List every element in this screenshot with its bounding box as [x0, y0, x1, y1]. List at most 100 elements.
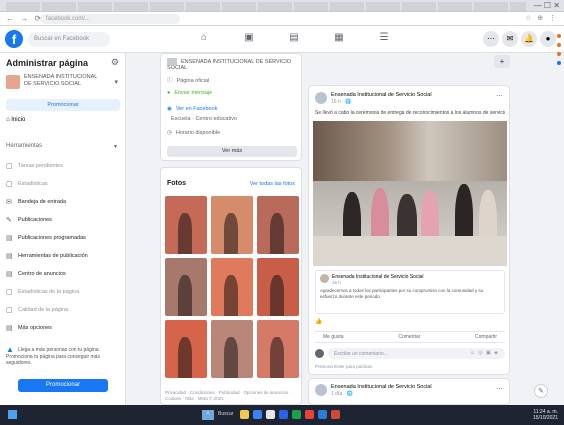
marketplace-tab-icon[interactable]: ▤	[284, 32, 304, 48]
notifications-icon[interactable]: 🔔	[521, 31, 537, 47]
window-controls[interactable]: — ☐ ✕	[534, 1, 560, 10]
see-more-button[interactable]: Ver más	[167, 146, 297, 157]
clock-date: 15/10/2021	[532, 415, 558, 421]
about-row-text: Horario disponible	[175, 130, 221, 136]
browser-tab-strip[interactable]: — ☐ ✕	[0, 0, 564, 12]
info-icon: ⓘ	[167, 78, 173, 84]
like-reaction-icon[interactable]: 👍	[315, 318, 322, 325]
post-photo[interactable]	[313, 121, 507, 266]
file-explorer-icon[interactable]	[240, 410, 249, 419]
sidebar-item[interactable]: ▤ Más opciones	[6, 319, 120, 337]
photo-thumbnail[interactable]	[211, 320, 253, 378]
page-switcher[interactable]: ENSENADA INSTITUCIONAL DE SERVICIO SOCIA…	[6, 73, 120, 95]
sidebar-item[interactable]: ✉ Bandeja de entrada	[6, 193, 120, 211]
sidebar-item[interactable]: ▢ Estadísticas	[6, 175, 120, 193]
contact-dot[interactable]	[557, 61, 561, 65]
photo-thumbnail[interactable]	[211, 258, 253, 316]
like-button[interactable]: Me gusta	[323, 334, 344, 340]
extension-icons[interactable]: ☆ ⊕ ⋮	[525, 14, 558, 22]
about-row[interactable]: ◉ Ver en Facebook	[167, 106, 217, 112]
sidebar-item[interactable]: ▢ Calidad de la página	[6, 301, 120, 319]
promote-button[interactable]: Promocionar	[6, 99, 120, 111]
more-options-icon[interactable]: ⋯	[496, 385, 503, 393]
create-post-button[interactable]: +	[494, 55, 510, 68]
share-button[interactable]: Compartir	[475, 334, 497, 340]
groups-tab-icon[interactable]: ▦	[329, 32, 349, 48]
boost-button[interactable]: Promocionar	[18, 379, 108, 392]
avatar[interactable]	[315, 384, 327, 396]
shared-post-author[interactable]: Ensenada Institucional de Servicio Socia…	[332, 274, 423, 280]
sidebar-item[interactable]: ▤ Centro de anuncios	[6, 265, 120, 283]
mail-icon[interactable]	[318, 410, 327, 419]
powerpoint-icon[interactable]	[331, 410, 340, 419]
chevron-down-icon[interactable]: ▾	[114, 78, 118, 86]
account-avatar[interactable]: ●	[540, 31, 556, 47]
contact-dot[interactable]	[557, 43, 561, 47]
sidebar-title: Administrar página	[6, 58, 89, 68]
sidebar-item-label: Estadísticas de la página	[18, 289, 80, 295]
sidebar-item-label: Tareas pendientes	[18, 163, 63, 169]
contact-dot[interactable]	[557, 52, 561, 56]
messenger-icon[interactable]: ✉	[502, 31, 518, 47]
photos-card: Fotos Ver todas las fotos Privacidad · C…	[160, 167, 302, 405]
sidebar-item-home[interactable]: ⌂ Inicio	[6, 117, 25, 123]
system-clock[interactable]: 11:24 a. m. 15/10/2021	[533, 409, 558, 421]
facebook-footer-links[interactable]: Privacidad · Condiciones · Publicidad · …	[165, 390, 299, 402]
facebook-logo-icon[interactable]: f	[5, 30, 23, 48]
photo-thumbnail[interactable]	[165, 258, 207, 316]
url-field[interactable]: facebook.com/...	[40, 14, 180, 24]
see-all-photos-link[interactable]: Ver todas las fotos	[250, 181, 295, 187]
sidebar-item[interactable]: ▤ Publicaciones programadas	[6, 229, 120, 247]
excel-icon[interactable]	[292, 410, 301, 419]
menu-tab-icon[interactable]: ☰	[374, 32, 394, 48]
photo-thumbnail[interactable]	[257, 258, 299, 316]
sidebar-item[interactable]: ▢ Estadísticas de la página	[6, 283, 120, 301]
manage-page-sidebar: Administrar página ⚙ ENSENADA INSTITUCIO…	[0, 53, 126, 405]
comment-button[interactable]: Comentar	[398, 334, 420, 340]
avatar[interactable]	[315, 92, 327, 104]
clock-icon: ◷	[167, 130, 172, 136]
taskbar-search-label[interactable]: Buscar	[218, 411, 234, 417]
avatar	[315, 349, 324, 358]
photo-thumbnail[interactable]	[165, 196, 207, 254]
browser-tabs[interactable]	[6, 2, 526, 11]
home-tab-icon[interactable]: ⌂	[194, 32, 214, 48]
word-icon[interactable]	[279, 410, 288, 419]
sidebar-item[interactable]: ▤ Herramientas de publicación	[6, 247, 120, 265]
about-row-text: Página oficial	[176, 78, 210, 84]
watch-tab-icon[interactable]: ▣	[239, 32, 259, 48]
calendar-icon: ▤	[6, 235, 13, 242]
inbox-icon: ✉	[6, 199, 12, 206]
photo-thumbnail[interactable]	[257, 196, 299, 254]
search-icon[interactable]: ⌕	[202, 410, 214, 420]
post-author[interactable]: Ensenada Institucional de Servicio Socia…	[331, 92, 461, 98]
sidebar-item[interactable]: ▢ Tareas pendientes	[6, 157, 120, 175]
compose-message-icon[interactable]: ✎	[534, 384, 548, 398]
post-timestamp[interactable]: 16 h · 🌐	[331, 99, 351, 105]
edit-icon: ✎	[6, 217, 12, 224]
edge-icon[interactable]	[253, 410, 262, 419]
post-author[interactable]: Ensenada Institucional de Servicio Socia…	[331, 384, 461, 390]
more-options-icon[interactable]: ⋯	[496, 92, 503, 100]
menu-grid-icon[interactable]: ⋯	[483, 31, 499, 47]
photo-thumbnail[interactable]	[211, 196, 253, 254]
facebook-search-input[interactable]: Buscar en Facebook	[28, 32, 110, 47]
post-timestamp[interactable]: 1 día · 🌐	[331, 391, 353, 397]
photo-thumbnail[interactable]	[165, 320, 207, 378]
post-action-bar: Me gusta Comentar Compartir	[315, 331, 505, 343]
store-icon[interactable]	[266, 410, 275, 419]
photo-thumbnail[interactable]	[257, 320, 299, 378]
gear-icon[interactable]: ⚙	[111, 57, 119, 68]
browser-nav-icons[interactable]: ← → ⟳	[6, 14, 43, 23]
sidebar-item[interactable]: ✎ Publicaciones	[6, 211, 120, 229]
page-flag-icon	[167, 58, 177, 65]
comment-attachment-icons[interactable]: ☺ ◎ ▣ ◈	[470, 350, 499, 356]
about-row[interactable]: ● Enviar mensaje	[167, 90, 212, 96]
shared-post[interactable]: Ensenada Institucional de Servicio Socia…	[315, 270, 505, 314]
tool-icon: ▢	[6, 289, 13, 296]
contact-dot[interactable]	[557, 34, 561, 38]
windows-start-icon[interactable]	[8, 410, 17, 419]
chevron-up-icon[interactable]: ▾	[114, 143, 117, 150]
chrome-icon[interactable]	[305, 410, 314, 419]
tool-icon: ▤	[6, 325, 13, 332]
